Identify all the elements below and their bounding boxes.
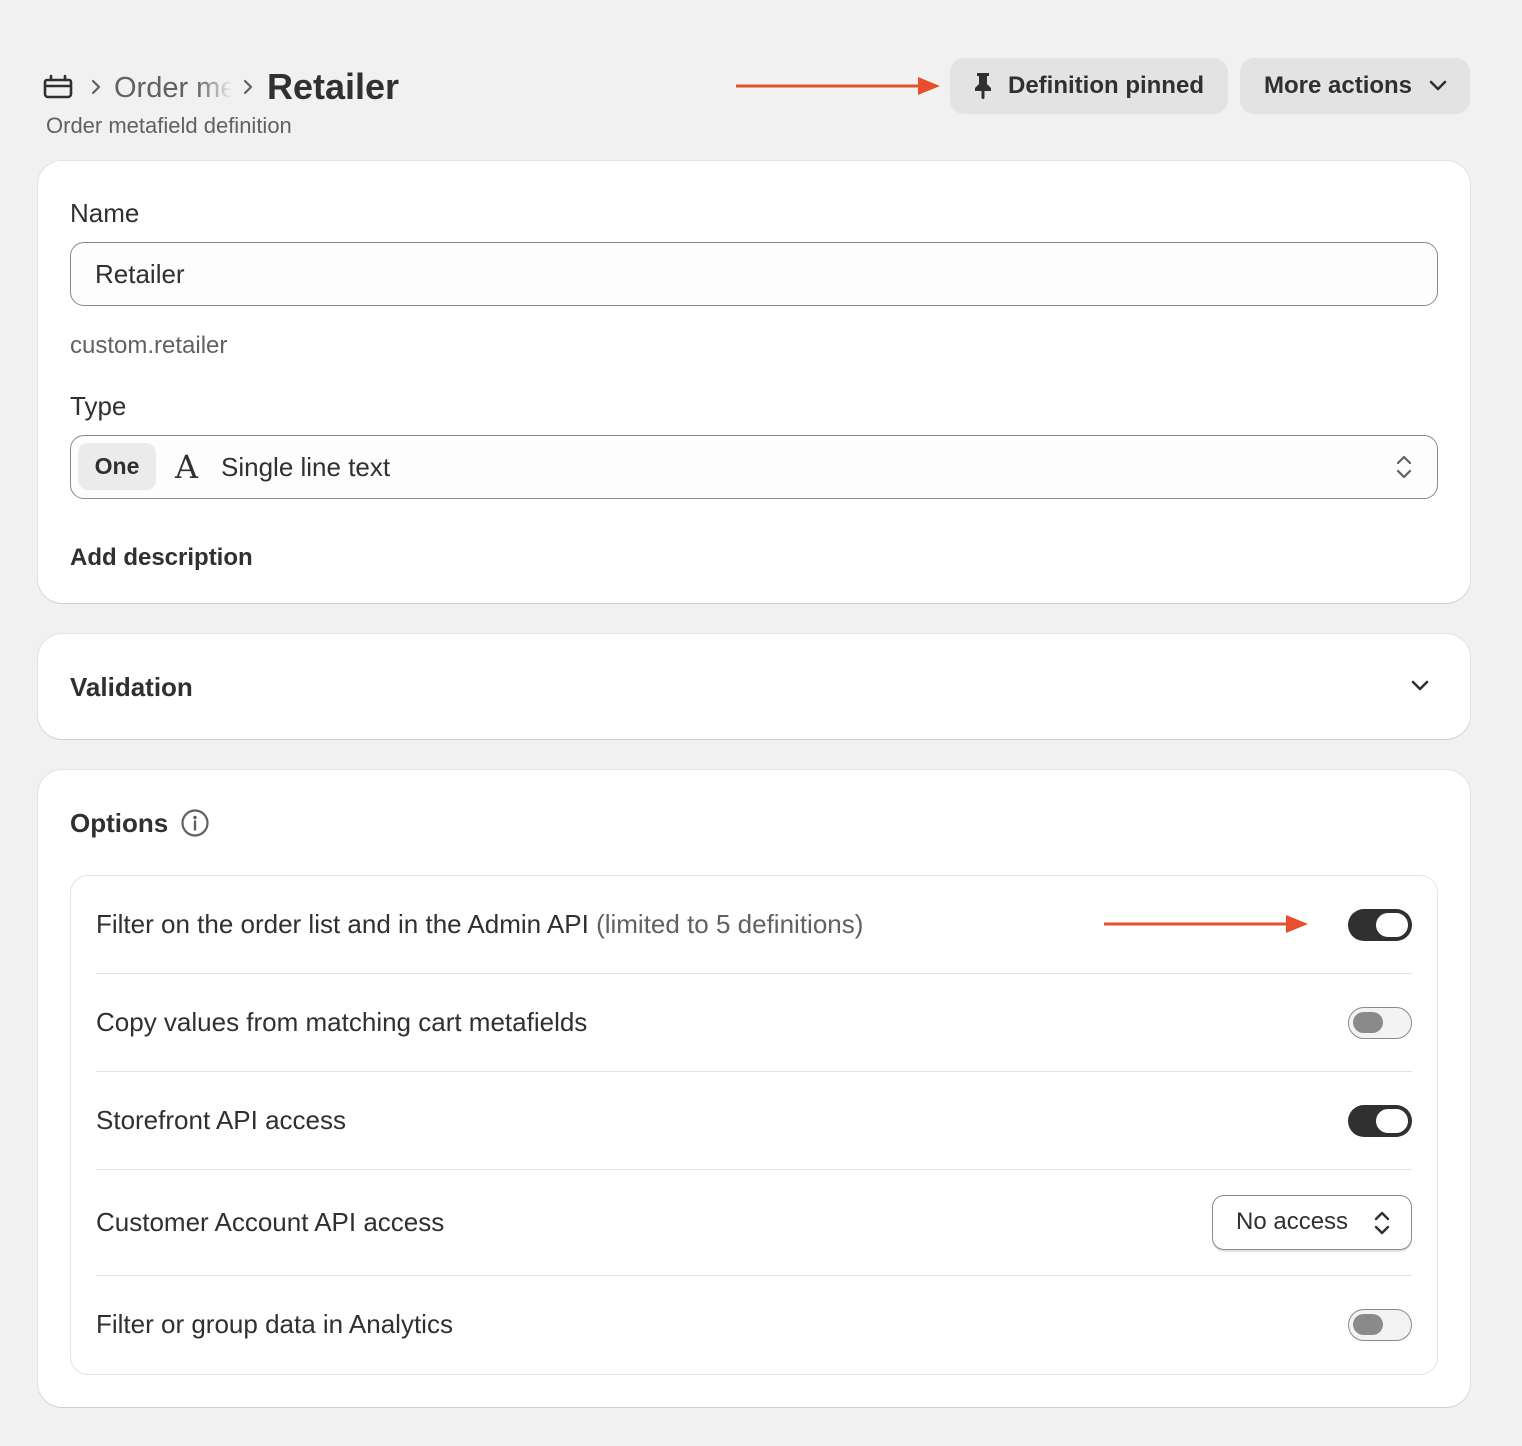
annotation-arrow-icon: [736, 77, 940, 95]
access-select-value: No access: [1236, 1208, 1349, 1235]
chevron-down-icon: [1429, 80, 1447, 91]
pin-icon: [975, 73, 991, 99]
type-select[interactable]: One A Single line text: [70, 435, 1438, 499]
text-type-icon: A: [175, 448, 199, 486]
metafield-box-icon[interactable]: [42, 72, 74, 100]
filter-order-list-toggle[interactable]: [1348, 909, 1412, 941]
page-subtitle: Order metafield definition: [46, 113, 292, 138]
option-label: Filter on the order list and in the Admi…: [96, 907, 863, 941]
type-value: Single line text: [221, 452, 391, 482]
validation-card[interactable]: Validation: [38, 634, 1470, 739]
more-actions-button[interactable]: More actions: [1240, 58, 1470, 114]
validation-title: Validation: [70, 672, 193, 702]
select-updown-icon: [1396, 455, 1412, 479]
namespace-key: custom.retailer: [70, 332, 228, 359]
option-label-text: Filter or group data in Analytics: [96, 1309, 453, 1339]
name-input[interactable]: [70, 242, 1438, 306]
definition-pinned-button[interactable]: Definition pinned: [950, 58, 1228, 114]
definition-pinned-label: Definition pinned: [1008, 72, 1204, 99]
definition-card: Name custom.retailer Type One A Single l…: [38, 161, 1470, 603]
page-header: Order metafields Retailer Order metafiel…: [0, 0, 1522, 150]
more-actions-label: More actions: [1264, 72, 1413, 99]
breadcrumb-parent-link[interactable]: Order metafields: [114, 68, 232, 108]
option-label-text: Storefront API access: [96, 1105, 347, 1135]
annotation-arrow-icon: [1104, 915, 1308, 933]
chevron-down-icon[interactable]: [1410, 679, 1430, 693]
options-card: Options Filter on the order list and in …: [38, 770, 1470, 1407]
name-label: Name: [70, 198, 140, 228]
customer-account-access-select[interactable]: No access: [1212, 1195, 1412, 1250]
option-row-customer-account-api: Customer Account API access No access: [96, 1170, 1412, 1276]
copy-cart-metafields-toggle[interactable]: [1348, 1007, 1412, 1039]
option-label-text: Customer Account API access: [96, 1207, 445, 1237]
option-label-text: Copy values from matching cart metafield…: [96, 1007, 588, 1037]
info-icon[interactable]: [180, 808, 210, 838]
analytics-toggle[interactable]: [1348, 1309, 1412, 1341]
type-cardinality-badge: One: [78, 443, 156, 490]
breadcrumb-separator-icon: [243, 79, 253, 95]
breadcrumb-separator-icon: [91, 79, 101, 95]
options-list: Filter on the order list and in the Admi…: [70, 875, 1438, 1375]
add-description-button[interactable]: Add description: [70, 543, 253, 573]
option-row-analytics: Filter or group data in Analytics: [96, 1276, 1412, 1374]
option-row-storefront-api: Storefront API access: [96, 1072, 1412, 1170]
options-title: Options: [70, 808, 169, 838]
type-label: Type: [70, 391, 127, 421]
option-label-note: (limited to 5 definitions): [596, 909, 864, 939]
option-row-copy-cart-metafields: Copy values from matching cart metafield…: [96, 974, 1412, 1072]
storefront-api-toggle[interactable]: [1348, 1105, 1412, 1137]
page-title: Retailer: [267, 66, 400, 107]
option-label-text: Filter on the order list and in the Admi…: [96, 909, 589, 939]
select-updown-icon: [1374, 1211, 1390, 1235]
